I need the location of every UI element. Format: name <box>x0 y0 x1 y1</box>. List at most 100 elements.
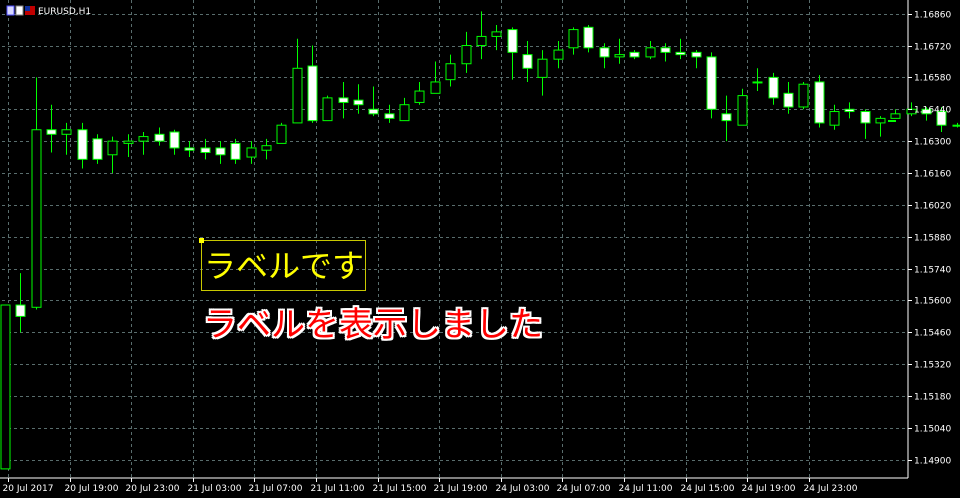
price-tick-label: 1.15460 <box>914 329 951 339</box>
candle-body <box>491 31 502 37</box>
price-tick-label: 1.16440 <box>914 106 951 116</box>
time-tick-label: 24 Jul 07:00 <box>557 484 611 494</box>
candle <box>15 273 26 333</box>
candle-body <box>645 47 656 58</box>
candle-body <box>399 104 410 122</box>
time-tick-label: 21 Jul 07:00 <box>249 484 303 494</box>
candle-body <box>614 54 625 58</box>
candle-body <box>445 63 456 81</box>
candle-body <box>860 111 871 124</box>
candle-body <box>414 90 425 103</box>
candle <box>476 11 487 60</box>
candle-body <box>230 142 241 160</box>
candle-body <box>246 147 257 158</box>
candle-body <box>583 26 594 49</box>
candle-body <box>660 47 671 53</box>
candle-body <box>768 76 779 99</box>
candle-body <box>92 138 103 160</box>
candle-body <box>338 97 349 103</box>
candle <box>230 138 241 164</box>
candle-body <box>844 108 855 113</box>
price-tick-label: 1.15320 <box>914 361 951 371</box>
price-chart[interactable]: 1.16860 1.16720 1.16580 1.16440 1.16300 1.161… <box>0 0 960 498</box>
label-box[interactable]: ラベルです <box>199 238 366 291</box>
time-axis: 20 Jul 2017 20 Jul 19:00 20 Jul 23:00 21 Ju… <box>3 478 858 494</box>
candle <box>568 27 579 55</box>
candle <box>875 116 886 137</box>
candle <box>522 40 533 82</box>
candle-body <box>537 58 548 78</box>
flag-icon <box>25 6 35 15</box>
candle-body <box>737 95 748 126</box>
candle-body <box>0 304 11 470</box>
candle <box>814 75 825 128</box>
candle <box>292 38 303 124</box>
candle <box>77 122 88 169</box>
candle-body <box>46 129 57 135</box>
symbol-label: EURUSD,H1 <box>38 7 91 17</box>
candle-body <box>353 99 364 106</box>
candle <box>553 40 564 69</box>
time-tick-label: 21 Jul 11:00 <box>311 484 365 494</box>
candle <box>783 81 794 114</box>
symbol-header: EURUSD,H1 <box>6 5 91 17</box>
price-axis: 1.16860 1.16720 1.16580 1.16440 1.16300 1.161… <box>908 11 951 467</box>
candle <box>138 132 149 155</box>
candle <box>860 109 871 139</box>
candle-body <box>522 54 533 69</box>
price-tick-label: 1.16580 <box>914 74 951 84</box>
candle <box>890 109 901 119</box>
candle <box>31 77 42 310</box>
candle <box>307 45 318 123</box>
candle <box>414 81 425 105</box>
candle-body <box>261 145 272 151</box>
candle-body <box>107 140 118 156</box>
price-tick-label: 1.16020 <box>914 202 951 212</box>
candle <box>645 40 656 60</box>
candle <box>399 97 410 122</box>
candle-body <box>123 140 134 144</box>
candle-body <box>599 47 610 58</box>
candle-body <box>154 133 165 142</box>
candle <box>215 141 226 164</box>
candle-body <box>384 113 395 119</box>
candle-body <box>507 29 518 53</box>
candle-body <box>430 81 441 94</box>
candle <box>952 122 960 128</box>
label-red-text: ラベルを表示しました <box>203 305 543 345</box>
price-tick-label: 1.15600 <box>914 297 951 307</box>
time-tick-label: 20 Jul 23:00 <box>126 484 180 494</box>
candle <box>184 141 195 158</box>
candle-body <box>476 35 487 47</box>
candle <box>338 81 349 119</box>
time-tick-label: 24 Jul 03:00 <box>496 484 550 494</box>
candle <box>721 95 732 142</box>
candle <box>107 136 118 173</box>
candle-body <box>721 113 732 122</box>
candle-body <box>61 129 72 135</box>
candle <box>798 81 809 110</box>
candle-body <box>675 51 686 56</box>
candle-body <box>461 45 472 65</box>
ask-marker <box>888 120 896 122</box>
candle-body <box>292 67 303 124</box>
candle <box>737 88 748 126</box>
time-tick-label: 21 Jul 15:00 <box>373 484 427 494</box>
label-anchor-handle[interactable] <box>199 238 204 243</box>
candle-body <box>706 56 717 110</box>
candle-body <box>798 83 809 108</box>
candle <box>92 134 103 164</box>
candle-body <box>814 81 825 124</box>
price-tick-label: 1.16720 <box>914 43 951 53</box>
chart-window: 1.16860 1.16720 1.16580 1.16440 1.16300 1.161… <box>0 0 960 498</box>
price-tick-label: 1.15040 <box>914 425 951 435</box>
candle <box>507 27 518 80</box>
candle-body <box>875 117 886 124</box>
candle-body <box>31 129 42 308</box>
candle <box>752 68 763 92</box>
price-tick-label: 1.16160 <box>914 170 951 180</box>
label-red[interactable]: ラベルを表示しました <box>203 303 543 347</box>
price-tick-label: 1.16300 <box>914 138 951 148</box>
candle <box>614 38 625 64</box>
candle-body <box>138 136 149 142</box>
